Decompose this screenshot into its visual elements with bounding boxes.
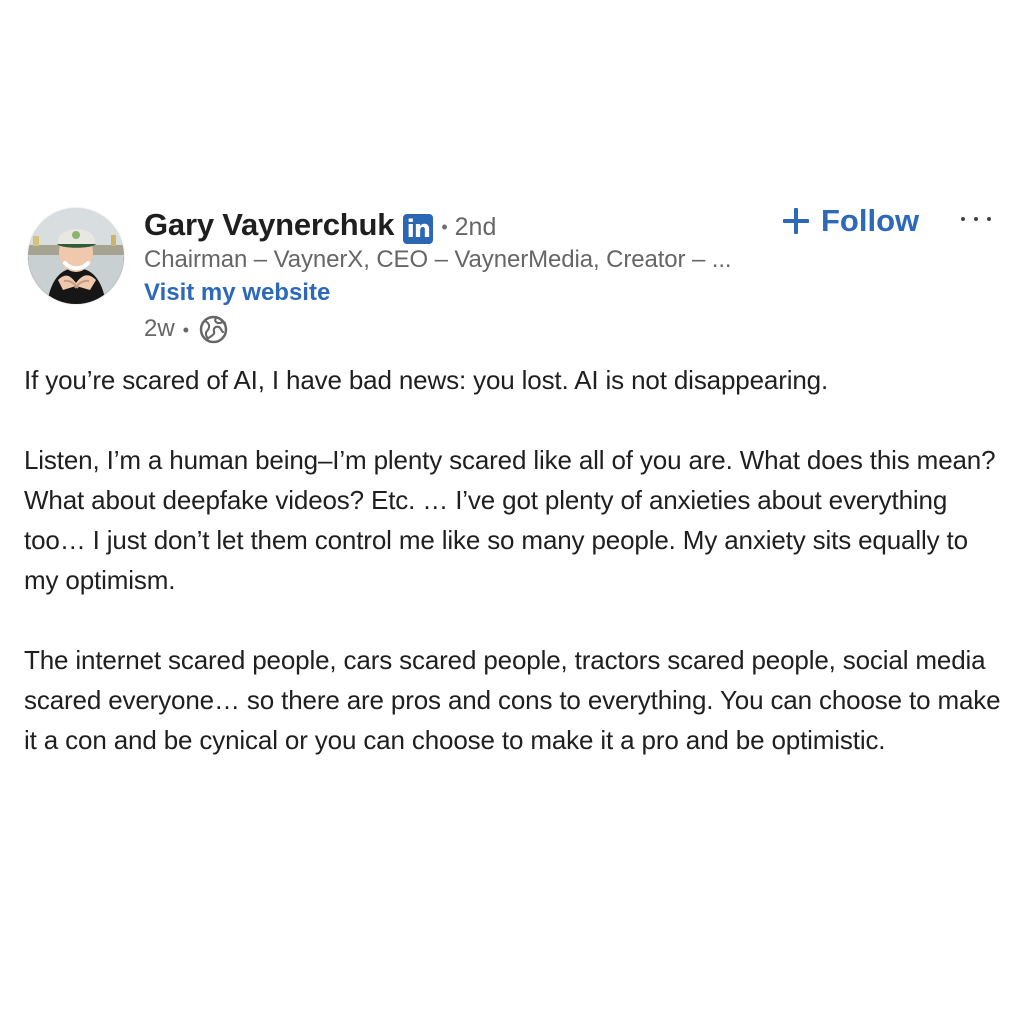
post-metadata: 2w • bbox=[144, 314, 228, 344]
more-options-icon bbox=[961, 217, 965, 221]
follow-button[interactable]: Follow bbox=[782, 198, 924, 244]
linkedin-badge-icon: in bbox=[403, 213, 434, 244]
more-options-icon bbox=[987, 217, 991, 221]
author-name[interactable]: Gary Vaynerchuk bbox=[144, 207, 395, 243]
post-paragraph: If you’re scared of AI, I have bad news:… bbox=[24, 365, 829, 395]
globe-icon bbox=[199, 315, 228, 344]
more-options-icon bbox=[974, 217, 978, 221]
visit-website-link[interactable]: Visit my website bbox=[144, 279, 330, 307]
post-body: If you’re scared of AI, I have bad news:… bbox=[24, 360, 1004, 800]
connection-degree: 2nd bbox=[454, 213, 497, 241]
author-headline: Chairman – VaynerX, CEO – VaynerMedia, C… bbox=[144, 246, 732, 273]
follow-label: Follow bbox=[821, 203, 920, 238]
post-paragraph: The internet scared people, cars scared … bbox=[24, 645, 1008, 755]
plus-icon bbox=[782, 207, 810, 235]
separator-dot: • bbox=[182, 320, 189, 340]
post-time: 2w bbox=[144, 315, 175, 342]
linkedin-post: Gary Vaynerchuk in • 2nd Chairman – Vayn… bbox=[0, 0, 1026, 1026]
author-name-row: Gary Vaynerchuk in • 2nd bbox=[144, 204, 496, 246]
more-options-button[interactable] bbox=[955, 205, 997, 233]
author-avatar[interactable] bbox=[28, 208, 124, 304]
author-avatar-image bbox=[28, 208, 124, 304]
post-paragraph: Listen, I’m a human being–I’m plenty sca… bbox=[24, 445, 1003, 595]
separator-dot: • bbox=[441, 217, 448, 237]
